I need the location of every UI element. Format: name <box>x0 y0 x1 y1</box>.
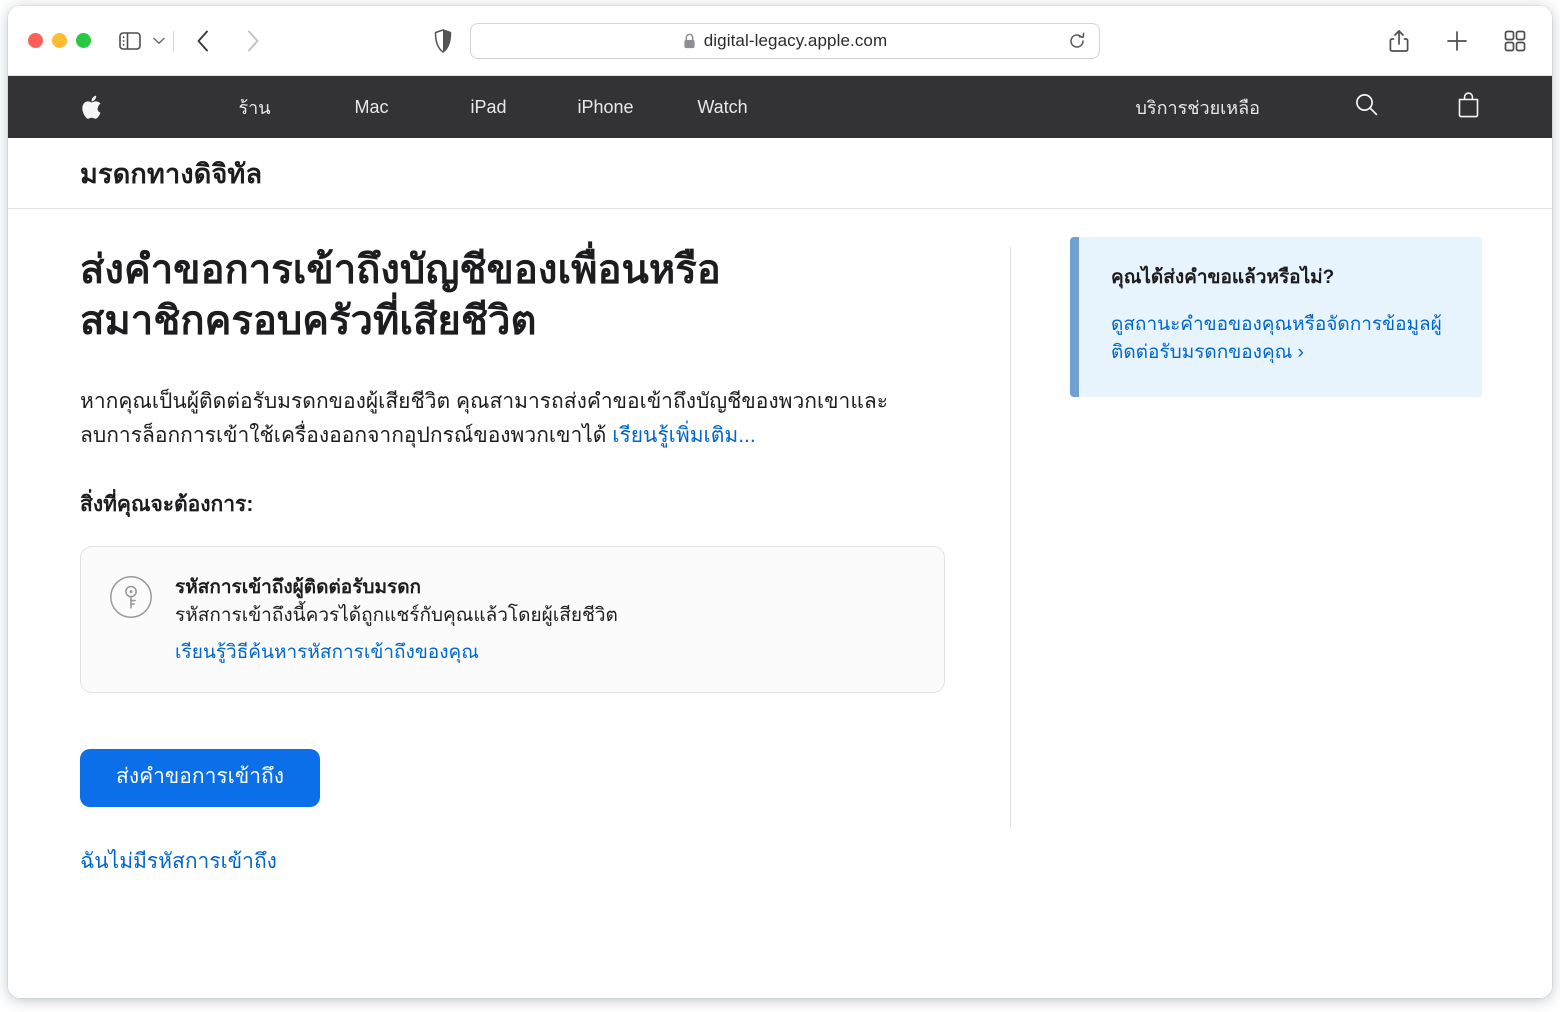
page-heading: ส่งคำขอการเข้าถึงบัญชีของเพื่อนหรือสมาชิ… <box>80 248 721 344</box>
request-status-callout: คุณได้ส่งคำขอแล้วหรือไม่? ดูสถานะคำขอของ… <box>1070 237 1482 397</box>
url-text: digital-legacy.apple.com <box>703 31 888 50</box>
nav-item-store-label: ร้าน <box>238 97 271 118</box>
localnav: มรดกทางดิจิทัล <box>8 138 1552 209</box>
nav-item-support-label: บริการช่วยเหลือ <box>1135 97 1261 118</box>
nav-item-store[interactable]: ร้าน <box>196 93 313 122</box>
nav-item-iphone[interactable]: iPhone <box>547 97 664 118</box>
intro-paragraph: หากคุณเป็นผู้ติดต่อรับมรดกของผู้เสียชีวิ… <box>80 385 890 451</box>
no-access-key-link[interactable]: ฉันไม่มีรหัสการเข้าถึง <box>80 845 960 878</box>
side-column: คุณได้ส่งคำขอแล้วหรือไม่? ดูสถานะคำขอของ… <box>1070 237 1482 397</box>
intro-text: หากคุณเป็นผู้ติดต่อรับมรดกของผู้เสียชีวิ… <box>80 390 888 447</box>
chevron-down-icon[interactable] <box>147 24 171 58</box>
column-divider <box>1010 247 1011 827</box>
nav-item-ipad-label: iPad <box>470 96 507 117</box>
search-icon[interactable] <box>1354 92 1379 122</box>
close-window-button[interactable] <box>28 33 43 48</box>
apple-logo[interactable] <box>80 94 196 121</box>
callout-title: คุณได้ส่งคำขอแล้วหรือไม่? <box>1111 267 1335 288</box>
browser-window: digital-legacy.apple.com ร้าน Mac iPad i… <box>8 6 1552 998</box>
card-description: รหัสการเข้าถึงนี้ควรได้ถูกแชร์กับคุณแล้ว… <box>175 605 618 627</box>
share-icon[interactable] <box>1382 24 1416 58</box>
access-key-card: รหัสการเข้าถึงผู้ติดต่อรับมรดก รหัสการเข… <box>80 545 945 694</box>
reload-icon[interactable] <box>1067 31 1087 51</box>
key-icon <box>109 575 153 619</box>
nav-item-iphone-label: iPhone <box>577 96 634 117</box>
page-content: ส่งคำขอการเข้าถึงบัญชีของเพื่อนหรือสมาชิ… <box>8 209 1552 998</box>
maximize-window-button[interactable] <box>76 33 91 48</box>
requirements-label: สิ่งที่คุณจะต้องการ: <box>80 492 254 516</box>
nav-item-watch-label: Watch <box>697 96 748 117</box>
page-title[interactable]: มรดกทางดิจิทัล <box>80 152 262 195</box>
apple-global-nav: ร้าน Mac iPad iPhone Watch บริการช่วยเหล… <box>8 76 1552 138</box>
nav-item-support[interactable]: บริการช่วยเหลือ <box>1132 93 1265 122</box>
minimize-window-button[interactable] <box>52 33 67 48</box>
lock-icon <box>683 33 696 49</box>
view-request-status-link[interactable]: ดูสถานะคำขอของคุณหรือจัดการข้อมูลผู้ติดต… <box>1111 311 1456 367</box>
shopping-bag-icon[interactable] <box>1457 91 1480 123</box>
tab-overview-icon[interactable] <box>1498 24 1532 58</box>
nav-item-mac-label: Mac <box>354 96 389 117</box>
nav-item-ipad[interactable]: iPad <box>430 97 547 118</box>
toolbar-divider <box>173 30 174 51</box>
back-chevron-icon[interactable] <box>186 24 220 58</box>
url-field[interactable]: digital-legacy.apple.com <box>470 23 1100 59</box>
privacy-shield-icon[interactable] <box>426 24 460 58</box>
main-column: ส่งคำขอการเข้าถึงบัญชีของเพื่อนหรือสมาชิ… <box>80 245 960 878</box>
toolbar-right-actions <box>1382 6 1532 75</box>
find-access-key-link[interactable]: เรียนรู้วิธีค้นหารหัสการเข้าถึงของคุณ <box>175 640 479 667</box>
card-title: รหัสการเข้าถึงผู้ติดต่อรับมรดก <box>175 576 422 598</box>
nav-item-watch[interactable]: Watch <box>664 97 781 118</box>
learn-more-link[interactable]: เรียนรู้เพิ่มเติม... <box>612 424 755 447</box>
traffic-lights <box>28 33 91 48</box>
browser-toolbar: digital-legacy.apple.com <box>8 6 1552 76</box>
address-bar[interactable]: digital-legacy.apple.com <box>470 23 1100 59</box>
sidebar-toggle-icon[interactable] <box>113 24 147 58</box>
forward-chevron-icon[interactable] <box>236 24 270 58</box>
plus-icon[interactable] <box>1440 24 1474 58</box>
request-access-button[interactable]: ส่งคำขอการเข้าถึง <box>80 749 320 807</box>
nav-item-mac[interactable]: Mac <box>313 97 430 118</box>
